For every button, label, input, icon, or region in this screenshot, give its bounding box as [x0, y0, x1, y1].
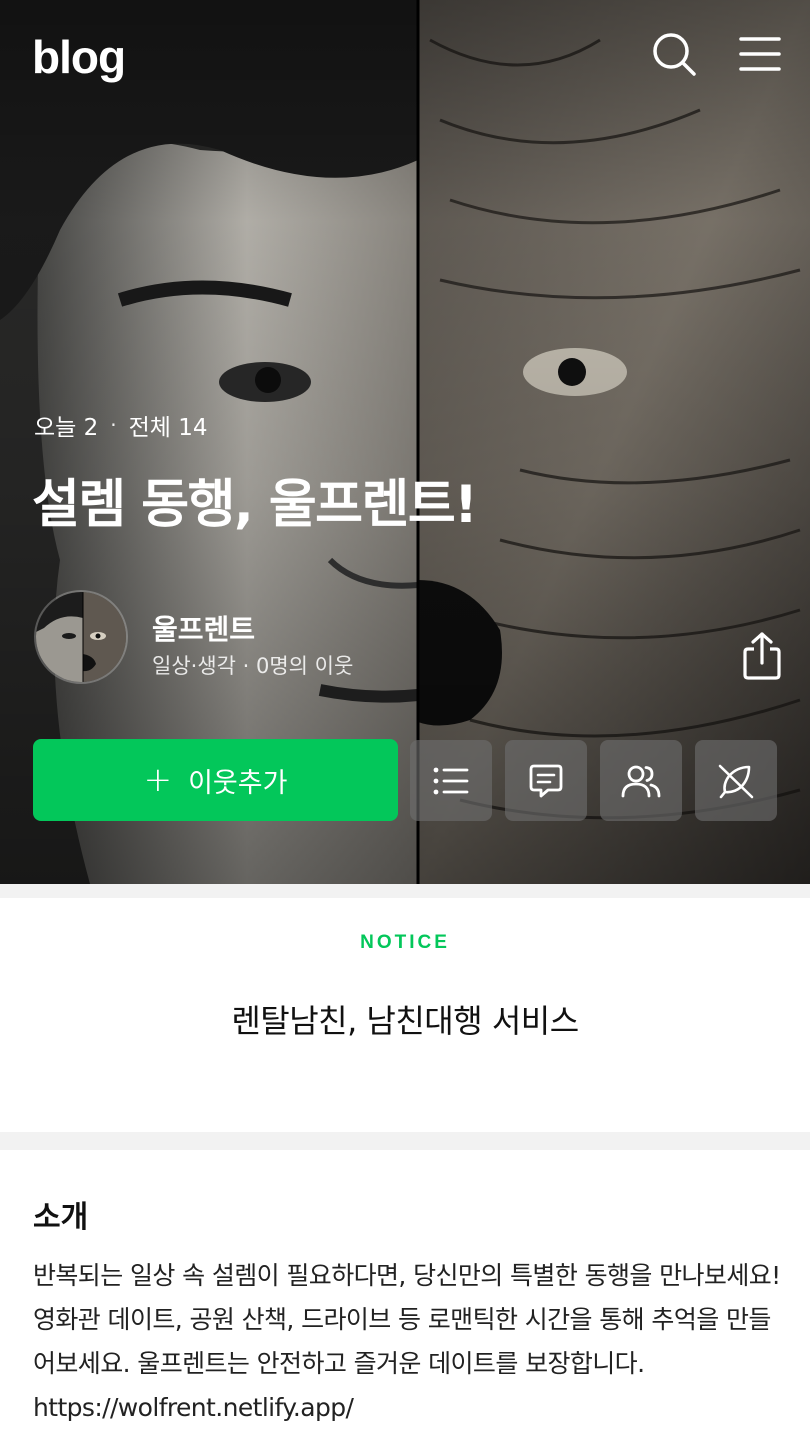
stats-separator: · — [110, 413, 117, 437]
plus-icon: + — [143, 760, 173, 800]
blog-logo[interactable]: blog — [32, 30, 126, 84]
guestbook-icon — [529, 764, 563, 797]
post-list-button[interactable] — [410, 740, 492, 821]
total-count: 전체 14 — [128, 415, 208, 441]
avatar[interactable] — [34, 590, 128, 684]
section-divider — [0, 884, 810, 898]
share-button[interactable] — [736, 628, 788, 684]
blog-title: 설렘 동행, 울프렌트! — [32, 475, 478, 535]
today-count: 오늘 2 — [34, 415, 99, 441]
search-button[interactable] — [650, 30, 698, 78]
intro-heading: 소개 — [33, 1200, 89, 1235]
section-divider — [0, 1132, 810, 1150]
owner-meta: 일상·생각 · 0명의 이웃 — [152, 654, 354, 678]
guestbook-button[interactable] — [505, 740, 587, 821]
neighbors-button[interactable] — [600, 740, 682, 821]
list-icon — [433, 767, 469, 794]
visit-stats: 오늘 2 · 전체 14 — [34, 408, 208, 442]
write-button[interactable] — [695, 740, 777, 821]
menu-button[interactable] — [736, 30, 784, 78]
write-disabled-icon — [718, 764, 754, 798]
notice-label: NOTICE — [360, 932, 450, 953]
notice-title[interactable]: 렌탈남친, 남친대행 서비스 — [0, 996, 810, 1042]
blog-hero: blog 오늘 2 · 전체 14 설렘 동행, 울프렌트! 울프렌트 일상·생… — [0, 0, 810, 884]
intro-body: 반복되는 일상 속 설렘이 필요하다면, 당신만의 특별한 동행을 만나보세요!… — [33, 1261, 781, 1422]
neighbors-icon — [621, 765, 661, 797]
hamburger-menu-icon — [739, 37, 781, 71]
add-neighbor-button[interactable]: + 이웃추가 — [33, 739, 398, 821]
share-icon — [743, 632, 781, 680]
add-neighbor-label: 이웃추가 — [188, 767, 288, 799]
search-icon — [653, 33, 696, 76]
owner-name[interactable]: 울프렌트 — [152, 608, 255, 648]
avatar-image — [36, 592, 126, 682]
